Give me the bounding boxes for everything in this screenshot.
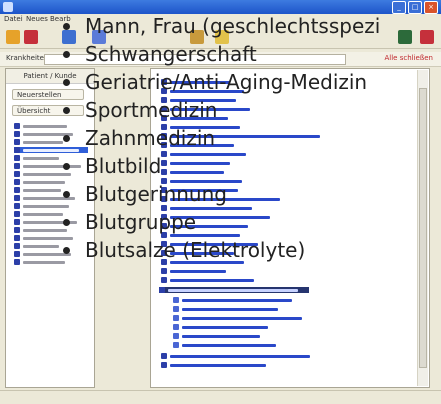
list-item: Geriatrie/Anti-Aging-Medizin [60, 68, 380, 96]
overlay-list-container: Mann, Frau (geschlechtsspezi Schwangersc… [0, 0, 441, 403]
list-item: Zahnmedizin [60, 124, 380, 152]
list-item: Blutsalze (Elektrolyte) [60, 236, 380, 264]
list-item: Mann, Frau (geschlechtsspezi [60, 12, 380, 40]
list-item: Blutbild [60, 152, 380, 180]
list-item: Blutgruppe [60, 208, 380, 236]
list-item: Schwangerschaft [60, 40, 380, 68]
list-item: Sportmedizin [60, 96, 380, 124]
list-item: Blutgerinnung [60, 180, 380, 208]
overlay-list: Mann, Frau (geschlechtsspezi Schwangersc… [60, 12, 380, 264]
